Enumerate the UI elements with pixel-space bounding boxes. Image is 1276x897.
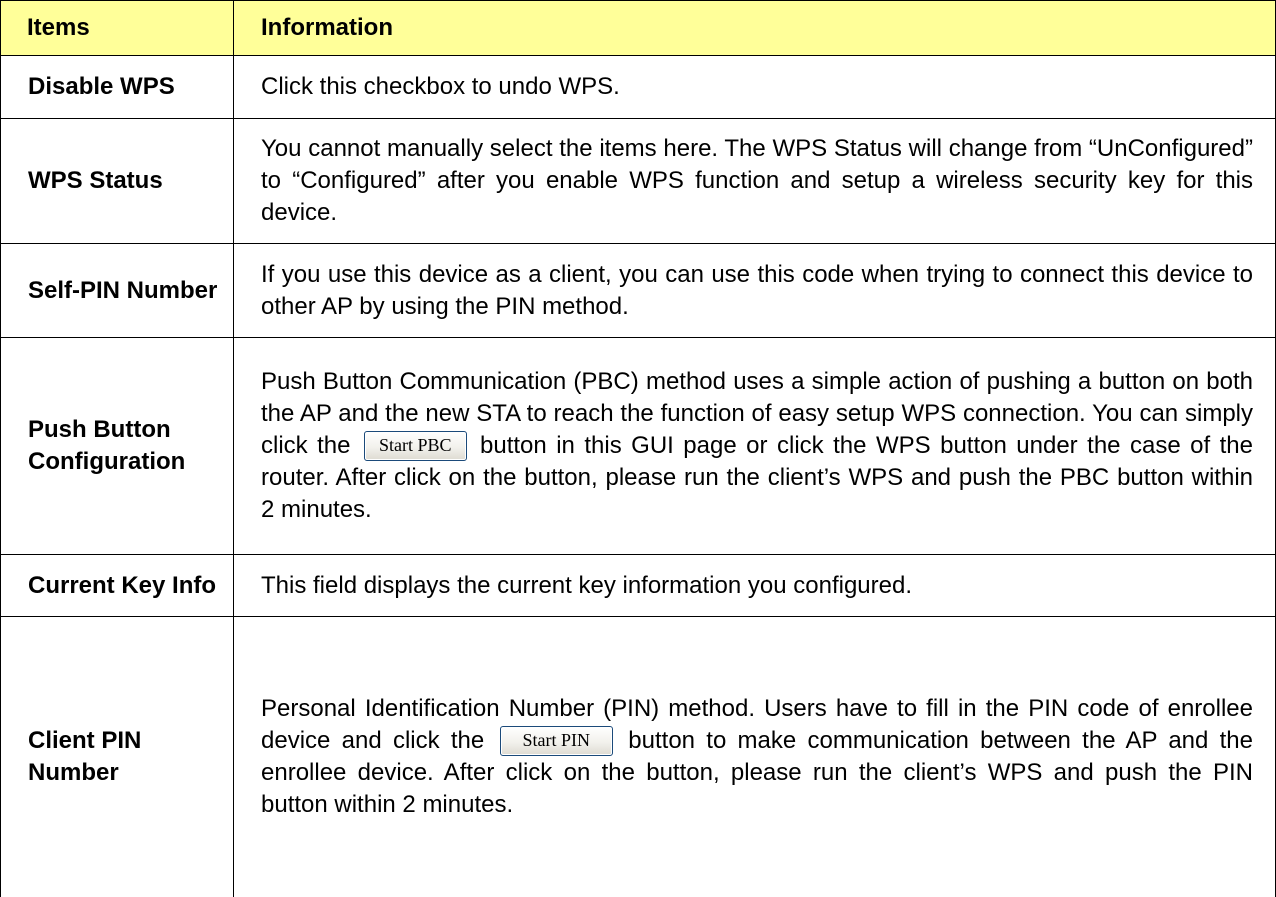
info-current-key-info: This field displays the current key info… — [233, 554, 1276, 617]
item-self-pin-number: Self-PIN Number — [0, 243, 234, 338]
table-row: Push Button Configuration Push Button Co… — [0, 337, 1276, 555]
info-wps-status: You cannot manually select the items her… — [233, 118, 1276, 244]
table-row: WPS Status You cannot manually select th… — [0, 118, 1276, 244]
table-row: Disable WPS Click this checkbox to undo … — [0, 55, 1276, 119]
table-row: Self-PIN Number If you use this device a… — [0, 243, 1276, 338]
header-information: Information — [233, 0, 1276, 56]
info-disable-wps: Click this checkbox to undo WPS. — [233, 55, 1276, 119]
start-pin-button: Start PIN — [499, 726, 614, 756]
item-current-key-info: Current Key Info — [0, 554, 234, 617]
info-self-pin-number: If you use this device as a client, you … — [233, 243, 1276, 338]
info-push-button-configuration: Push Button Communication (PBC) method u… — [233, 337, 1276, 555]
header-items: Items — [0, 0, 234, 56]
table-header-row: Items Information — [0, 0, 1276, 56]
item-client-pin-number: Client PIN Number — [0, 616, 234, 897]
item-disable-wps: Disable WPS — [0, 55, 234, 119]
start-pbc-button: Start PBC — [363, 431, 467, 461]
info-client-pin-number: Personal Identification Number (PIN) met… — [233, 616, 1276, 897]
table-row: Client PIN Number Personal Identificatio… — [0, 616, 1276, 897]
item-push-button-configuration: Push Button Configuration — [0, 337, 234, 555]
items-information-table: Items Information Disable WPS Click this… — [0, 0, 1276, 897]
item-wps-status: WPS Status — [0, 118, 234, 244]
table-row: Current Key Info This field displays the… — [0, 554, 1276, 617]
